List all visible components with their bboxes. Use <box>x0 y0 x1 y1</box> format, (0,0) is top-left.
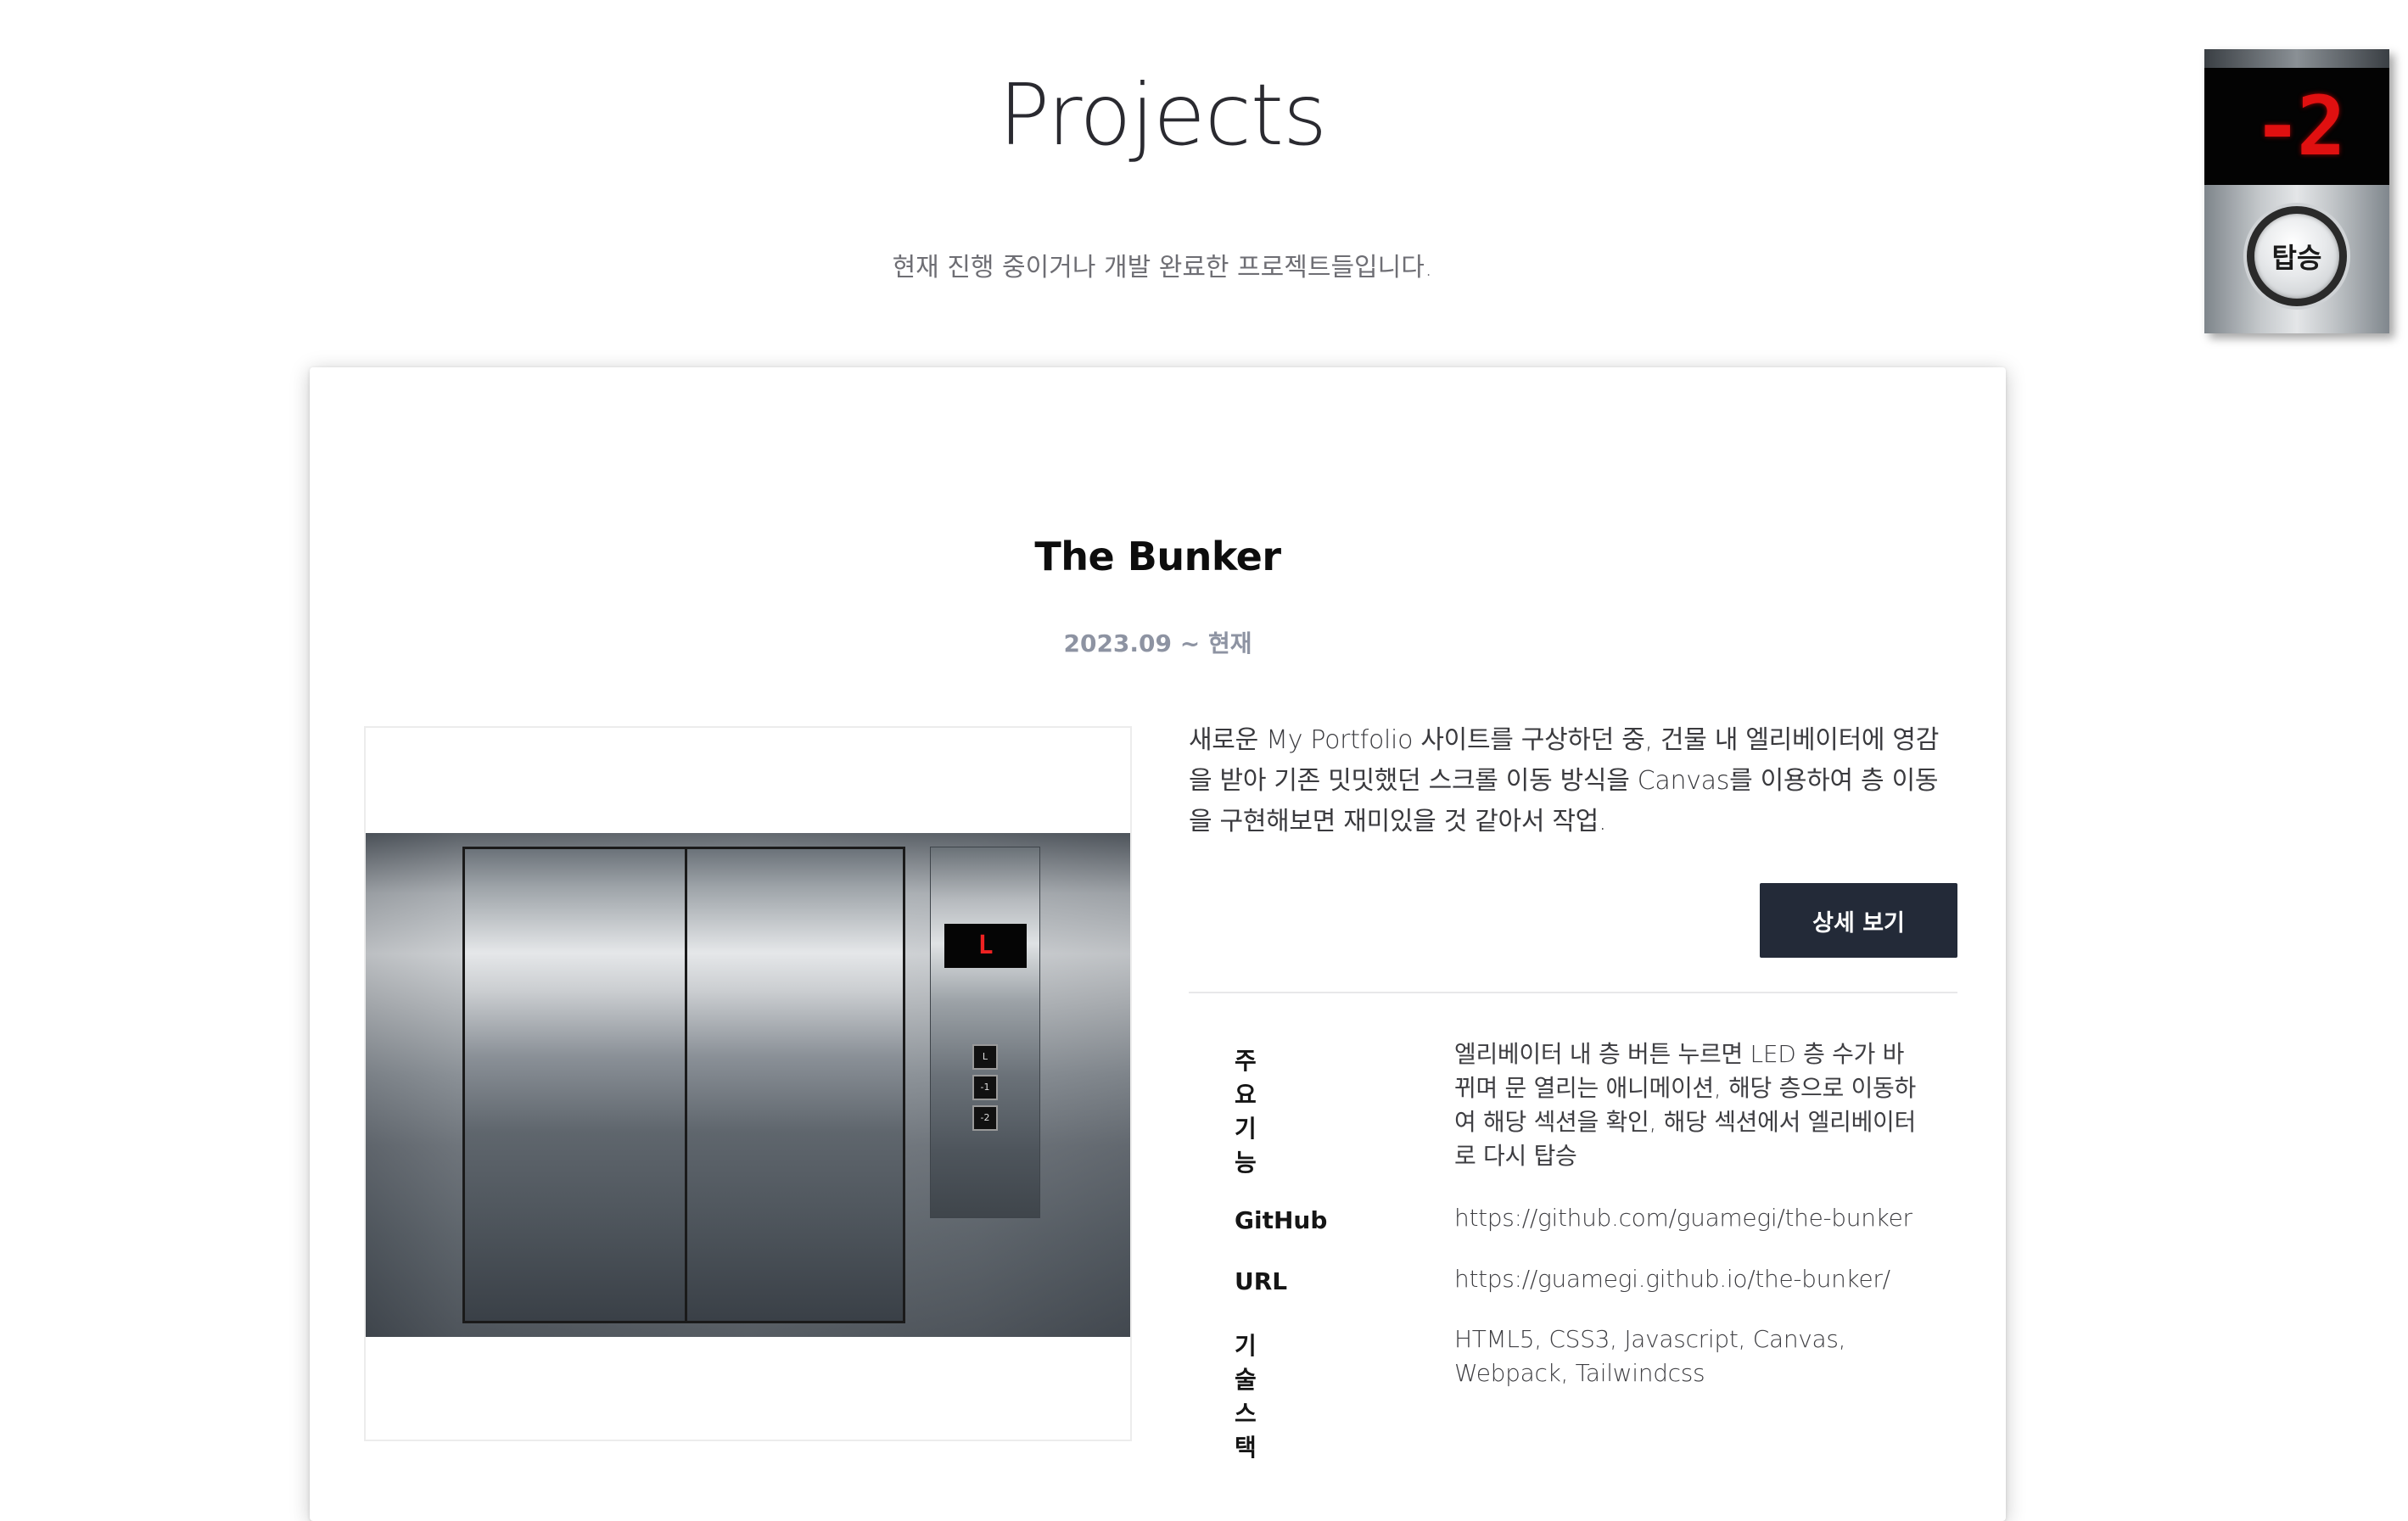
features-label: 주요 기능 <box>1235 1047 1257 1177</box>
board-button[interactable]: 탑승 <box>2247 206 2347 306</box>
floor-indicator-led: L <box>944 924 1027 968</box>
floor-led-number: -2 <box>2253 79 2346 174</box>
github-link[interactable]: https://github.com/guamegi/the-bunker <box>1454 1201 1917 1235</box>
url-link[interactable]: https://guamegi.github.io/the-bunker/ <box>1454 1262 1917 1296</box>
page-subtitle: 현재 진행 중이거나 개발 완료한 프로젝트들입니다. <box>892 253 1433 282</box>
features-value: 엘리베이터 내 층 버튼 누르면 LED 층 수가 바뀌며 문 열리는 애니메이… <box>1454 1040 1916 1170</box>
url-label: URL <box>1235 1267 1288 1295</box>
door-split-line <box>685 849 687 1321</box>
floor-button-minus1: -1 <box>972 1075 998 1100</box>
github-link-text[interactable]: https://github.com/guamegi/the-bunker <box>1454 1204 1912 1232</box>
elevator-image: L L -1 -2 <box>366 833 1130 1337</box>
url-link-text[interactable]: https://guamegi.github.io/the-bunker/ <box>1454 1265 1890 1293</box>
detail-view-button[interactable]: 상세 보기 <box>1760 883 1957 958</box>
elevator-call-panel: L L -1 -2 <box>930 847 1040 1218</box>
widget-top-bar <box>2204 49 2389 68</box>
stack-value: HTML5, CSS3, Javascript, Canvas, Webpack… <box>1454 1325 1846 1387</box>
stack-label: 기술 스택 <box>1235 1332 1257 1462</box>
floor-button-l: L <box>972 1044 998 1070</box>
section-divider <box>1189 992 1957 993</box>
elevator-doors <box>462 847 905 1323</box>
github-label: GitHub <box>1235 1206 1328 1234</box>
project-title: The Bunker <box>1034 534 1281 579</box>
page-title: Projects <box>998 65 1327 165</box>
project-description: 새로운 My Portfolio 사이트를 구상하던 중, 건물 내 엘리베이터… <box>1189 725 1940 836</box>
project-card: The Bunker 2023.09 ~ 현재 L L -1 -2 새로운 My… <box>310 367 2006 1521</box>
project-period: 2023.09 ~ 현재 <box>1063 629 1252 657</box>
project-thumbnail[interactable]: L L -1 -2 <box>364 726 1132 1441</box>
elevator-widget: -2 탑승 <box>2204 49 2389 333</box>
floor-led-display: -2 <box>2204 68 2389 185</box>
floor-button-minus2: -2 <box>972 1105 998 1131</box>
